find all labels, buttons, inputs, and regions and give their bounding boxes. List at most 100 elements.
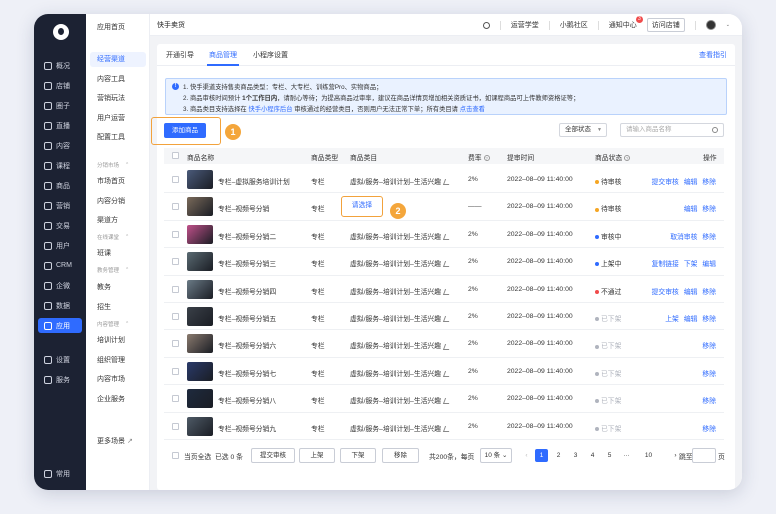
page-number-button[interactable]: 2 xyxy=(552,449,565,462)
row-action-link[interactable]: 编辑 xyxy=(684,176,698,186)
visit-store-button[interactable]: 访问店铺 xyxy=(646,18,685,32)
row-action-link[interactable]: 移除 xyxy=(702,203,716,213)
search-icon[interactable] xyxy=(482,21,490,29)
row-checkbox[interactable] xyxy=(172,422,179,430)
nav-item-marketing[interactable]: 营销 xyxy=(38,198,82,213)
avatar[interactable] xyxy=(705,20,716,30)
row-action-link[interactable]: 移除 xyxy=(702,423,716,433)
help-icon[interactable]: ? xyxy=(624,155,631,162)
page-number-button[interactable]: 1 xyxy=(535,449,548,462)
row-action-link[interactable]: 移除 xyxy=(702,395,716,405)
subnav-item[interactable]: 内容分销 xyxy=(90,194,146,209)
edit-icon[interactable] xyxy=(442,398,452,405)
nav-item-overview[interactable]: 概况 xyxy=(38,58,82,73)
row-action-link[interactable]: 提交审核 xyxy=(652,286,679,296)
row-action-link[interactable]: 移除 xyxy=(702,231,716,241)
subnav-item[interactable]: 营销玩法 xyxy=(90,91,146,106)
bulk-delist-button[interactable]: 下架 xyxy=(340,448,376,463)
nav-item-course[interactable]: 课程 xyxy=(38,158,82,173)
subnav-item[interactable]: 内容工具 xyxy=(90,72,146,87)
subnav-item[interactable]: 组织管理 xyxy=(90,353,146,368)
nav-item-live[interactable]: 直播 xyxy=(38,118,82,133)
nav-item-trade[interactable]: 交易 xyxy=(38,218,82,233)
search-input[interactable]: 请输入商品名称 xyxy=(620,123,724,137)
status-filter-select[interactable]: 全部状态 ▼ xyxy=(559,123,607,137)
page-number-button[interactable]: 5 xyxy=(603,449,616,462)
edit-icon[interactable] xyxy=(442,179,452,186)
help-icon[interactable]: ? xyxy=(483,155,490,162)
nav-item-service[interactable]: 服务 xyxy=(38,372,82,387)
subnav-item[interactable]: 企业服务 xyxy=(90,392,146,407)
nav-item-data[interactable]: 数据 xyxy=(38,298,82,313)
link-community[interactable]: 小鹅社区 xyxy=(560,20,588,30)
row-action-link[interactable]: 编辑 xyxy=(684,203,698,213)
row-action-link[interactable]: 移除 xyxy=(702,286,716,296)
edit-icon[interactable] xyxy=(442,343,452,350)
nav-item-content[interactable]: 内容 xyxy=(38,138,82,153)
row-action-link[interactable]: 取消审核 xyxy=(670,231,697,241)
nav-item-user[interactable]: 用户 xyxy=(38,238,82,253)
jump-page-input[interactable] xyxy=(692,448,716,463)
add-goods-button[interactable]: 添加商品 xyxy=(164,123,206,138)
row-action-link[interactable]: 复制链接 xyxy=(652,258,679,268)
view-categories-link[interactable]: 点击查看 xyxy=(460,106,485,113)
prev-page-button[interactable]: ‹ xyxy=(520,449,533,462)
header-checkbox[interactable] xyxy=(172,152,179,159)
page-number-button[interactable]: 4 xyxy=(586,449,599,462)
row-checkbox[interactable] xyxy=(172,313,179,320)
subnav-item[interactable]: 招生 xyxy=(90,300,146,315)
nav-item-frequent[interactable]: 常用 xyxy=(38,466,82,481)
edit-icon[interactable] xyxy=(442,288,452,295)
nav-item-apps[interactable]: 应用 xyxy=(38,318,82,333)
tab-miniprogram-settings[interactable]: 小程序设置 xyxy=(253,50,288,60)
subnav-item[interactable]: 市场首页 xyxy=(90,174,146,189)
edit-icon[interactable] xyxy=(442,234,452,240)
chevron-down-icon[interactable]: ⌄ xyxy=(726,22,730,28)
subnav-group-header[interactable]: 分销市场 ⌃ xyxy=(97,161,129,169)
subnav-item[interactable]: 渠道方 xyxy=(90,213,146,228)
more-scenes-link[interactable]: 更多场景 ↗ xyxy=(90,434,146,449)
subnav-item[interactable]: 经营渠道 xyxy=(90,52,146,67)
nav-item-crm[interactable]: CRM xyxy=(38,258,82,273)
row-action-link[interactable]: 移除 xyxy=(702,368,716,378)
view-guide-link[interactable]: 查看指引 xyxy=(699,50,727,60)
row-action-link[interactable]: 编辑 xyxy=(684,286,698,296)
subnav-item[interactable]: 培训计划 xyxy=(90,333,146,348)
row-checkbox[interactable] xyxy=(172,176,179,183)
nav-item-settings[interactable]: 设置 xyxy=(38,352,82,367)
subnav-group-header[interactable]: 内容管理 ⌃ xyxy=(97,320,129,328)
nav-item-store[interactable]: 店铺 xyxy=(38,78,82,93)
nav-item-goods[interactable]: 商品 xyxy=(38,178,82,193)
row-action-link[interactable]: 提交审核 xyxy=(652,176,679,186)
row-action-link[interactable]: 下架 xyxy=(684,258,698,268)
kuaishou-backend-link[interactable]: 快手小程序后台 xyxy=(248,106,292,113)
row-checkbox[interactable] xyxy=(172,285,179,293)
select-all-checkbox[interactable] xyxy=(172,452,179,459)
row-action-link[interactable]: 移除 xyxy=(702,176,716,186)
row-action-link[interactable]: 上架 xyxy=(665,313,679,323)
app-logo-icon[interactable] xyxy=(53,24,69,40)
subnav-item[interactable]: 配置工具 xyxy=(90,130,146,145)
bulk-remove-button[interactable]: 移除 xyxy=(382,448,419,463)
row-checkbox[interactable] xyxy=(172,258,179,266)
row-action-link[interactable]: 移除 xyxy=(702,340,716,350)
row-action-link[interactable]: 编辑 xyxy=(684,313,698,323)
row-action-link[interactable]: 移除 xyxy=(702,313,716,323)
subnav-item-home[interactable]: 应用首页 xyxy=(90,20,146,35)
page-size-select[interactable]: 10 条 ⌄ xyxy=(480,448,512,463)
subnav-item[interactable]: 用户运营 xyxy=(90,111,146,126)
bulk-submit-button[interactable]: 提交审核 xyxy=(251,448,295,463)
nav-item-circle[interactable]: 圈子 xyxy=(38,98,82,113)
category-select-button[interactable]: 请选择 xyxy=(341,196,383,217)
bulk-list-button[interactable]: 上架 xyxy=(299,448,335,463)
subnav-item[interactable]: 教务 xyxy=(90,280,146,295)
subnav-item[interactable]: 班课 xyxy=(90,246,146,261)
row-action-link[interactable]: 编辑 xyxy=(702,258,716,268)
subnav-group-header[interactable]: 教务管理 ⌃ xyxy=(97,266,129,274)
link-notifications[interactable]: 通知中心 3 xyxy=(609,16,643,30)
row-checkbox[interactable] xyxy=(172,203,179,211)
page-number-button[interactable]: 10 xyxy=(642,449,655,462)
row-checkbox[interactable] xyxy=(172,367,179,375)
subnav-item[interactable]: 内容市场 xyxy=(90,372,146,387)
search-icon[interactable] xyxy=(712,127,718,133)
